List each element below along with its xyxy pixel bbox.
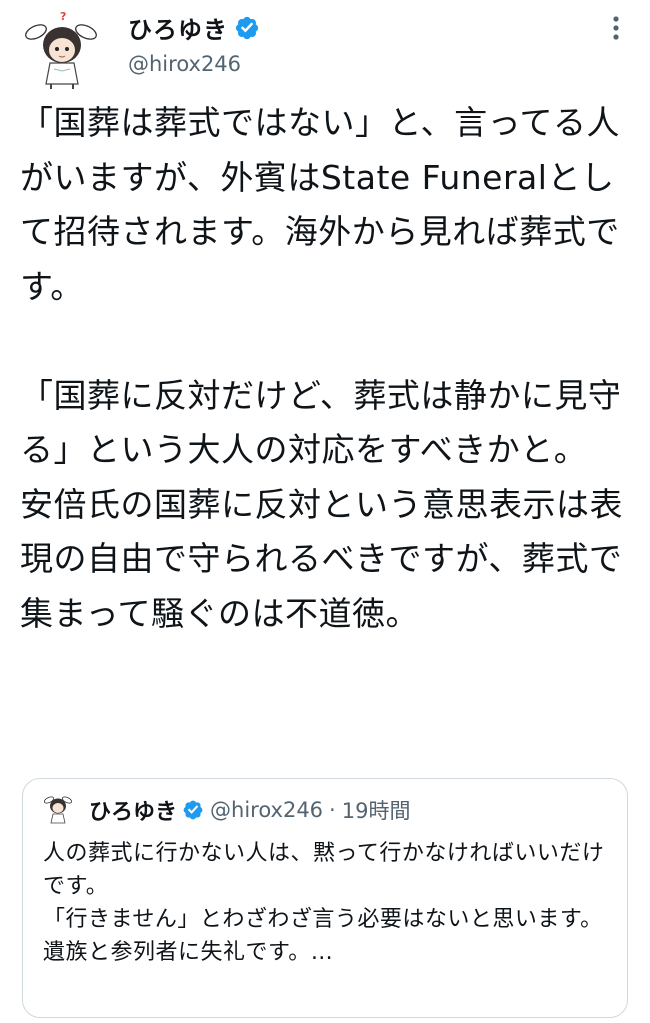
quoted-timestamp: 19時間 [341,799,411,823]
quoted-tweet[interactable]: ひろゆき @hirox246 · 19時間 人の葬式に行かない人は、黙って行かな… [22,778,628,1018]
tweet-paragraph: 「国葬に反対だけど、葬式は静かに見守る」という大人の対応をすべきかと。 [20,375,622,470]
author-handle[interactable]: @hirox246 [128,52,241,76]
tweet-paragraph: 「国葬は葬式ではない」と、言ってる人がいますが、外賓はState Funeral… [20,103,621,306]
quoted-tweet-header: ひろゆき @hirox246 · 19時間 [43,793,410,827]
tweet-text: 「国葬は葬式ではない」と、言ってる人がいますが、外賓はState Funeral… [20,96,632,641]
quoted-line: 人の葬式に行かない人は、黙って行かなければいいだけです。 [43,841,605,899]
tweet-paragraph: 安倍氏の国葬に反対という意思表示は表現の自由で守られるべきですが、葬式で集まって… [20,484,623,633]
verified-badge-icon [183,800,203,820]
tweet-header: ? ひろゆき @hirox246 [0,0,650,100]
author-name-row: ひろゆき [128,10,260,45]
svg-text:?: ? [60,10,66,23]
separator-dot: · [329,798,336,822]
avatar[interactable]: ? [22,8,102,90]
quoted-line: 「行きません」とわざわざ言う必要はないと思います。 [43,907,603,932]
more-vertical-icon[interactable] [604,14,628,42]
quoted-display-name: ひろゆき [89,800,178,825]
quoted-line: 遺族と参列者に失礼です。… [43,940,334,965]
verified-badge-icon [235,16,259,39]
display-name[interactable]: ひろゆき [128,10,228,45]
quoted-avatar [43,796,73,824]
quoted-handle: @hirox246 [210,798,324,822]
quoted-tweet-text: 人の葬式に行かない人は、黙って行かなければいいだけです。 「行きません」とわざわ… [43,837,617,969]
tweet-paragraph-gap [20,314,632,369]
